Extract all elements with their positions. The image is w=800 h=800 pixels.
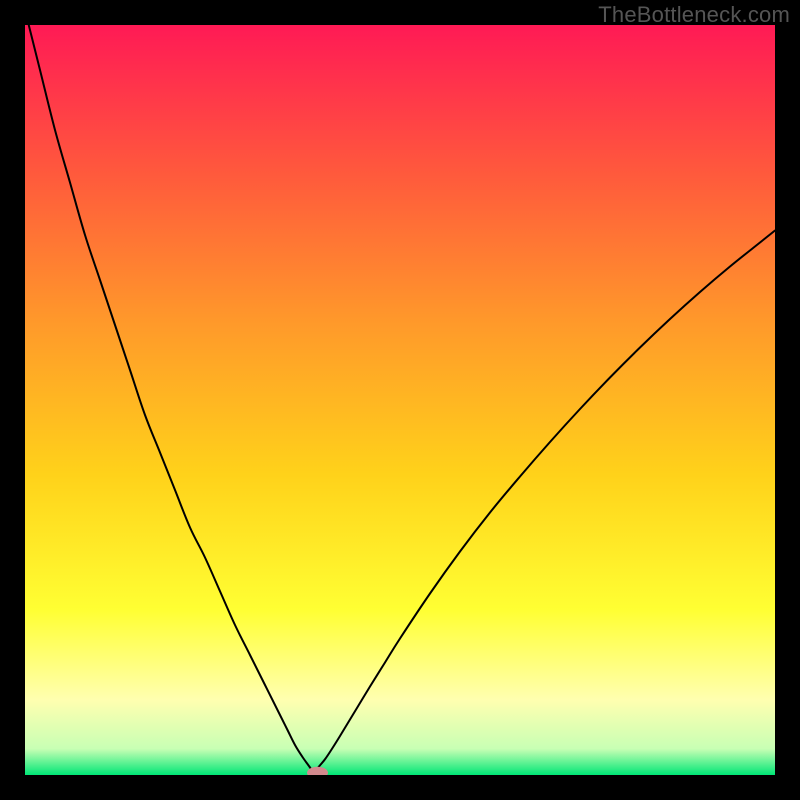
chart-svg (25, 25, 775, 775)
chart-frame: TheBottleneck.com (0, 0, 800, 800)
chart-background (25, 25, 775, 775)
